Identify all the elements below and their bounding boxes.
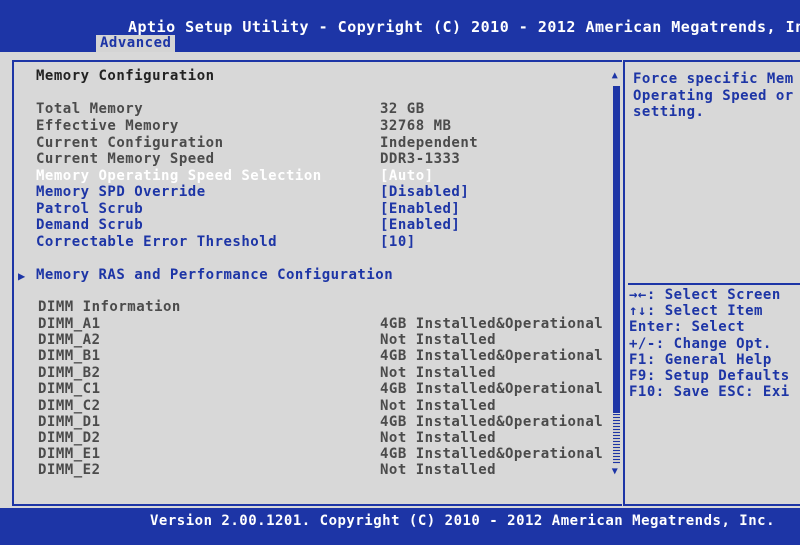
scroll-up-icon[interactable]: ▲ [610,70,620,82]
dimm-status: 4GB Installed&Operational [380,414,604,430]
dimm-label: DIMM_C1 [38,381,101,397]
info-value-effective-memory: 32768 MB [380,118,452,134]
key-help-enter: Enter: Select [629,319,746,335]
dimm-status: 4GB Installed&Operational [380,381,604,397]
page-title: Memory Configuration [36,68,215,84]
dimm-status: 4GB Installed&Operational [380,446,604,462]
dimm-status: Not Installed [380,462,497,478]
dimm-status: Not Installed [380,365,497,381]
info-label-current-memory-speed: Current Memory Speed [36,151,215,167]
dimm-label: DIMM_A2 [38,332,101,348]
help-divider [628,283,800,285]
dimm-status: Not Installed [380,430,497,446]
info-value-current-configuration: Independent [380,135,479,151]
dimm-status: Not Installed [380,332,497,348]
setting-demand-scrub[interactable]: Demand Scrub [36,217,143,233]
setting-correctable-error-threshold[interactable]: Correctable Error Threshold [36,234,277,250]
value-patrol-scrub[interactable]: [Enabled] [380,201,460,217]
setting-memory-spd-override[interactable]: Memory SPD Override [36,184,206,200]
setting-patrol-scrub[interactable]: Patrol Scrub [36,201,143,217]
bios-screen: Aptio Setup Utility - Copyright (C) 2010… [0,0,800,545]
dimm-status: 4GB Installed&Operational [380,348,604,364]
footer-version: Version 2.00.1201. Copyright (C) 2010 - … [150,513,776,529]
dimm-status: 4GB Installed&Operational [380,316,604,332]
key-help-change-opt: +/-: Change Opt. [629,336,772,352]
value-correctable-error-threshold[interactable]: [10] [380,234,416,250]
info-label-effective-memory: Effective Memory [36,118,179,134]
submenu-memory-ras[interactable]: Memory RAS and Performance Configuration [36,267,393,283]
key-help-select-item: ↑↓: Select Item [629,303,763,319]
dimm-label: DIMM_D2 [38,430,101,446]
dimm-information-title: DIMM Information [38,299,181,315]
info-value-total-memory: 32 GB [380,101,425,117]
value-memory-spd-override[interactable]: [Disabled] [380,184,469,200]
scrollbar-track[interactable] [613,414,620,464]
dimm-status: Not Installed [380,398,497,414]
key-help-setup-defaults: F9: Setup Defaults [629,368,790,384]
dimm-label: DIMM_B2 [38,365,101,381]
dimm-label: DIMM_B1 [38,348,101,364]
info-label-total-memory: Total Memory [36,101,144,117]
tab-advanced[interactable]: Advanced [96,35,176,52]
scroll-down-icon[interactable]: ▼ [610,466,620,478]
dimm-label: DIMM_A1 [38,316,101,332]
submenu-arrow-icon: ▶ [18,269,26,283]
dimm-label: DIMM_C2 [38,398,101,414]
key-help-general-help: F1: General Help [629,352,772,368]
info-label-current-configuration: Current Configuration [36,135,224,151]
key-help-select-screen: →←: Select Screen [629,287,781,303]
dimm-label: DIMM_E1 [38,446,101,462]
value-demand-scrub[interactable]: [Enabled] [380,217,460,233]
dimm-label: DIMM_D1 [38,414,101,430]
window-title: Aptio Setup Utility - Copyright (C) 2010… [128,18,800,36]
help-description-line: Force specific Mem [633,71,794,87]
key-help-save-exit: F10: Save ESC: Exi [629,384,790,400]
scrollbar-thumb[interactable] [613,86,620,413]
help-description-line: Operating Speed or [633,88,794,104]
setting-memory-operating-speed[interactable]: Memory Operating Speed Selection [36,168,322,184]
help-description-line: setting. [633,104,705,120]
dimm-label: DIMM_E2 [38,462,101,478]
value-memory-operating-speed[interactable]: [Auto] [380,168,434,184]
info-value-current-memory-speed: DDR3-1333 [380,151,461,167]
